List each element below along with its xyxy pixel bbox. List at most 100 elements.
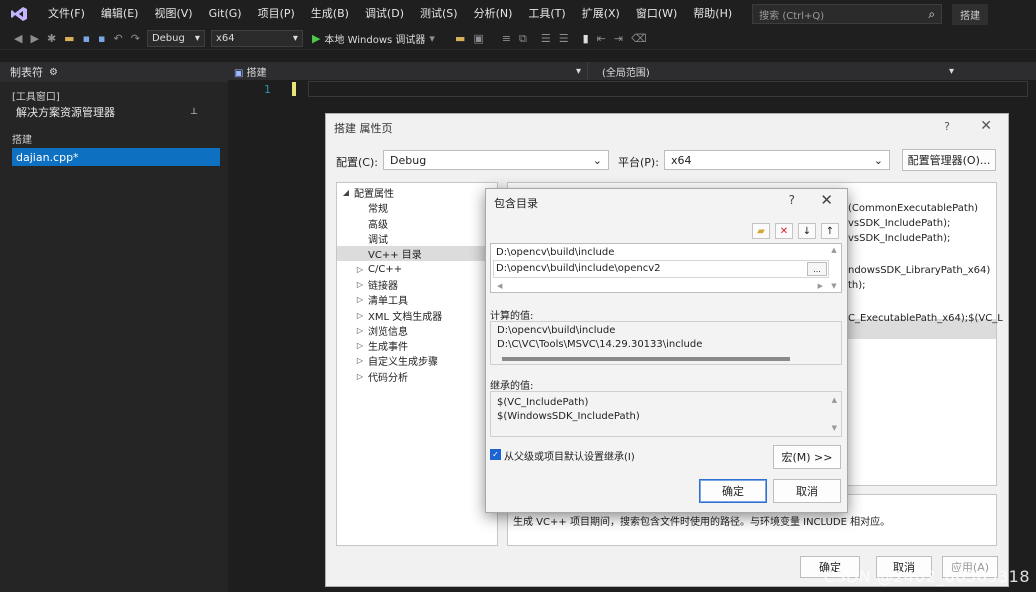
tree-node[interactable]: 常规: [337, 200, 497, 215]
menu-item[interactable]: Git(G): [201, 0, 250, 28]
bookmark-icon[interactable]: ▮: [583, 32, 589, 45]
tree-node[interactable]: 调试: [337, 231, 497, 246]
config-select[interactable]: Debug ⌄: [383, 150, 609, 170]
menu-item[interactable]: 编辑(E): [93, 0, 147, 28]
include-path-item[interactable]: D:\opencv\build\include\opencv2: [496, 263, 660, 274]
tree-node[interactable]: ▷ 清单工具: [337, 292, 497, 307]
vertical-scrollbar[interactable]: ▲ ▼: [827, 244, 841, 292]
configuration-manager-button[interactable]: 配置管理器(O)...: [902, 149, 996, 171]
expander-icon[interactable]: ▷: [355, 311, 365, 320]
scroll-down-icon[interactable]: ▼: [831, 282, 836, 290]
move-down-button[interactable]: ↓: [798, 223, 816, 239]
tree-node[interactable]: VC++ 目录: [337, 246, 497, 262]
scroll-up-icon[interactable]: ▲: [831, 246, 836, 254]
menu-item[interactable]: 分析(N): [466, 0, 521, 28]
help-icon[interactable]: ?: [944, 120, 950, 133]
clear-bookmarks-icon[interactable]: ⌫: [631, 32, 647, 45]
tree-node[interactable]: ▷ 生成事件: [337, 338, 497, 353]
move-up-button[interactable]: ↑: [821, 223, 839, 239]
expander-icon[interactable]: ▷: [355, 280, 365, 289]
chevron-down-icon[interactable]: ▾: [429, 32, 435, 45]
expander-icon[interactable]: ▷: [355, 265, 365, 274]
expander-icon[interactable]: ▷: [355, 326, 365, 335]
expander-icon[interactable]: ▷: [355, 356, 365, 365]
scrollbar-thumb[interactable]: [502, 357, 790, 361]
folder-icon[interactable]: ▬: [455, 32, 465, 45]
save-all-icon[interactable]: ▪: [98, 32, 105, 45]
expander-icon[interactable]: ▷: [355, 341, 365, 350]
tree-node[interactable]: ▷ C/C++: [337, 261, 497, 276]
indent-icon[interactable]: ☰: [541, 32, 551, 45]
save-icon[interactable]: ▪: [83, 32, 90, 45]
menu-item[interactable]: 项目(P): [250, 0, 303, 28]
menu-item[interactable]: 文件(F): [40, 0, 93, 28]
menu-item[interactable]: 测试(S): [412, 0, 466, 28]
open-folder-icon[interactable]: ▬: [64, 32, 74, 45]
tree-node[interactable]: ▷ XML 文档生成器: [337, 307, 497, 323]
cancel-button[interactable]: 取消: [773, 479, 841, 503]
include-paths-list[interactable]: D:\opencv\build\include D:\opencv\build\…: [490, 243, 842, 293]
menu-item[interactable]: 生成(B): [303, 0, 357, 28]
scroll-down-icon[interactable]: ▼: [832, 424, 837, 432]
search-placeholder: 搜索 (Ctrl+Q): [759, 10, 825, 22]
tree-node[interactable]: ▷ 浏览信息: [337, 323, 497, 338]
align-icon[interactable]: ≡: [502, 32, 511, 45]
tree-node[interactable]: ◢ 配置属性: [337, 185, 497, 200]
browse-button[interactable]: ...: [807, 262, 827, 276]
ok-button[interactable]: 确定: [699, 479, 767, 503]
platform-select[interactable]: x64 ▾: [210, 30, 303, 47]
close-icon[interactable]: ✕: [980, 118, 992, 134]
undo-icon[interactable]: ↶: [114, 32, 123, 45]
open-file-item[interactable]: dajian.cpp*: [12, 148, 220, 166]
inherit-checkbox-label[interactable]: 从父级或项目默认设置继承(I): [504, 448, 635, 463]
expander-icon[interactable]: ▷: [355, 372, 365, 381]
tree-node[interactable]: 高级: [337, 216, 497, 231]
scroll-left-icon[interactable]: ◀: [497, 282, 502, 290]
pin-icon[interactable]: ⊥: [190, 107, 198, 117]
global-scope-dropdown[interactable]: (全局范围) ▾: [588, 62, 968, 80]
prev-bookmark-icon[interactable]: ⇤: [597, 32, 606, 45]
close-icon[interactable]: ✕: [820, 191, 833, 209]
start-debug-button[interactable]: 本地 Windows 调试器: [324, 31, 425, 46]
search-box[interactable]: 搜索 (Ctrl+Q) ⌕: [752, 4, 943, 24]
platform-select[interactable]: x64 ⌄: [664, 150, 890, 170]
horizontal-scrollbar[interactable]: [502, 357, 790, 361]
screenshot-icon[interactable]: ▣: [473, 32, 483, 45]
menu-item[interactable]: 调试(D): [357, 0, 412, 28]
chevron-down-icon: ▾: [575, 65, 581, 77]
new-line-button[interactable]: ▰: [752, 223, 770, 239]
gear-icon[interactable]: ⚙: [49, 67, 58, 78]
menu-item[interactable]: 扩展(X): [574, 0, 628, 28]
configuration-select[interactable]: Debug ▾: [146, 30, 205, 47]
tree-node[interactable]: ▷ 自定义生成步骤: [337, 353, 497, 368]
start-debug-icon[interactable]: ▶: [312, 32, 320, 45]
expander-icon[interactable]: ◢: [341, 188, 351, 197]
inherit-checkbox[interactable]: ✓: [490, 449, 501, 460]
scroll-right-icon[interactable]: ▶: [818, 282, 823, 290]
menu-item[interactable]: 工具(T): [520, 0, 573, 28]
delete-line-button[interactable]: ✕: [775, 223, 793, 239]
tree-node[interactable]: ▷ 链接器: [337, 277, 497, 292]
project-name-badge[interactable]: 搭建: [952, 3, 989, 25]
forward-icon[interactable]: ▶: [30, 32, 38, 45]
horizontal-scrollbar[interactable]: ◀ ▶: [493, 280, 827, 292]
menu-item[interactable]: 视图(V): [146, 0, 200, 28]
redo-icon[interactable]: ↷: [131, 32, 140, 45]
help-icon[interactable]: ?: [789, 193, 795, 207]
project-scope-dropdown[interactable]: ▣ 搭建 ▾: [228, 62, 588, 80]
expander-icon[interactable]: ▷: [355, 295, 365, 304]
tree-node[interactable]: ▷ 代码分析: [337, 369, 497, 384]
include-path-item[interactable]: D:\opencv\build\include: [496, 247, 614, 258]
new-project-icon[interactable]: ✱: [47, 32, 56, 45]
back-icon[interactable]: ◀: [14, 32, 22, 45]
inherited-value: $(WindowsSDK_IncludePath): [497, 411, 640, 422]
format-icon[interactable]: ⧉: [519, 32, 527, 46]
solution-explorer-item[interactable]: 解决方案资源管理器 ⊥: [0, 103, 228, 121]
outdent-icon[interactable]: ☰: [559, 32, 569, 45]
menu-item[interactable]: 帮助(H): [685, 0, 740, 28]
menu-item[interactable]: 窗口(W): [628, 0, 685, 28]
scroll-up-icon[interactable]: ▲: [832, 396, 837, 404]
macros-button[interactable]: 宏(M) >>: [773, 445, 841, 469]
section-project: 搭建: [12, 135, 32, 146]
next-bookmark-icon[interactable]: ⇥: [614, 32, 623, 45]
